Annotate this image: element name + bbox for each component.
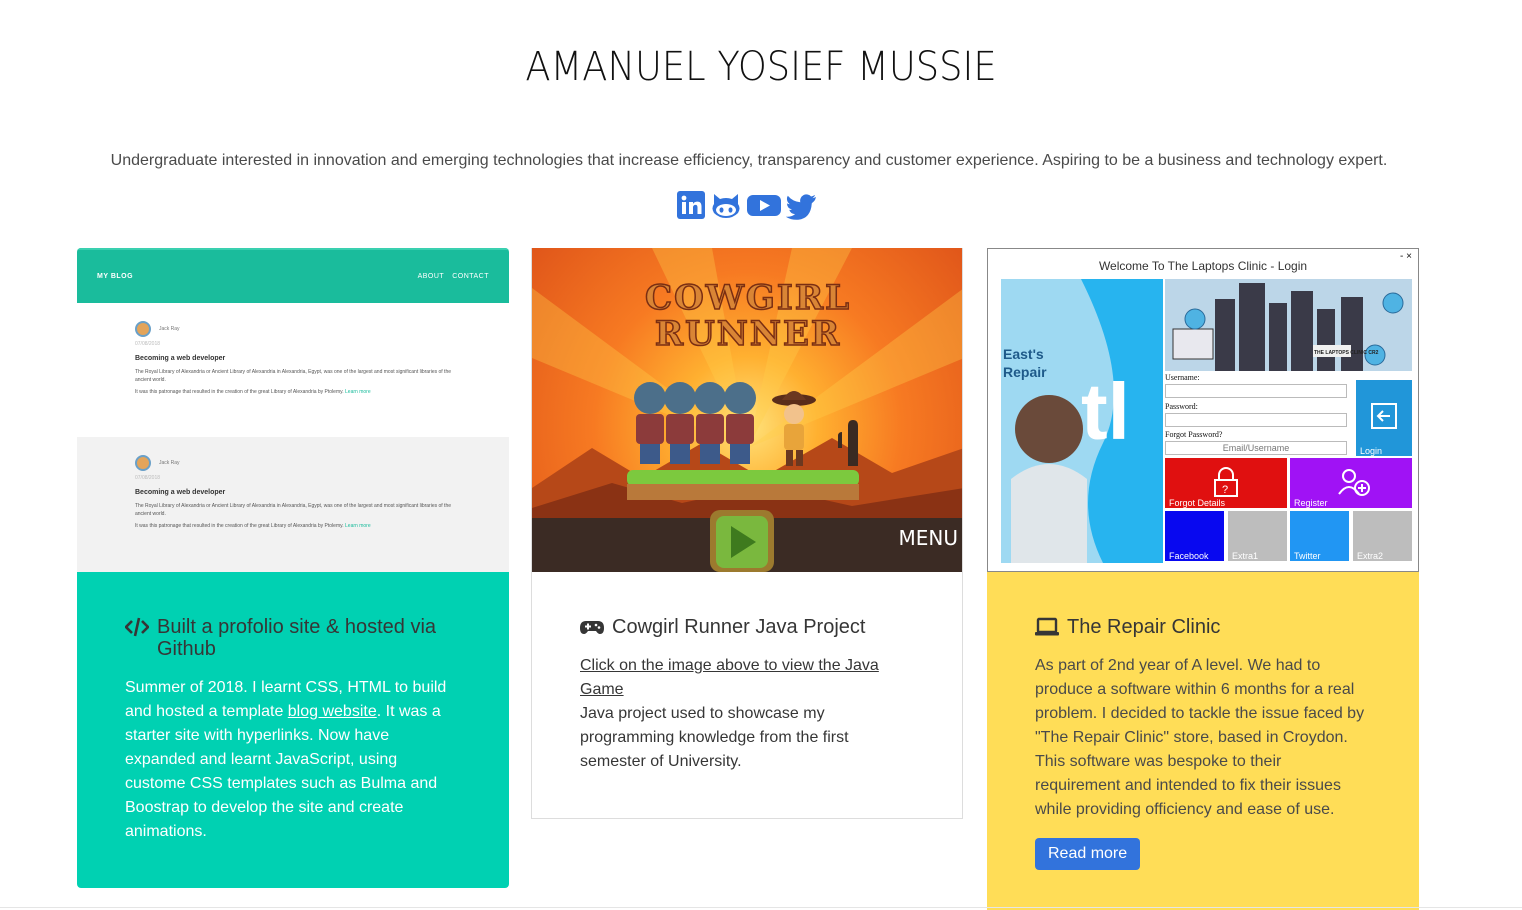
facebook-tile[interactable]: Facebook <box>1165 511 1224 561</box>
tile-label: Facebook <box>1169 551 1209 561</box>
card-title-text: Built a profolio site & hosted via Githu… <box>157 616 437 660</box>
java-game-card-body: Cowgirl Runner Java Project Click on the… <box>532 572 962 818</box>
city-banner-image: THE LAPTOPS CLINIC CR2 <box>1165 279 1412 371</box>
email-field[interactable]: Email/Username <box>1165 441 1347 455</box>
post-author: Jack Ray <box>159 326 180 332</box>
card-text: Java project used to showcase my program… <box>580 705 849 770</box>
youtube-link[interactable] <box>746 190 782 220</box>
card-title: Cowgirl Runner Java Project <box>580 616 914 638</box>
tile-label: Register <box>1294 498 1328 508</box>
login-icon <box>1371 403 1397 429</box>
twitter-icon <box>786 194 816 220</box>
card-title: Built a profolio site & hosted via Githu… <box>125 616 461 660</box>
laptop-icon <box>1035 617 1059 636</box>
blog-preview-post: Jack Ray 07/08/2018 Becoming a web devel… <box>77 303 509 437</box>
post-paragraph: The Royal Library of Alexandria or Ancie… <box>135 369 452 383</box>
tile-label: Extra1 <box>1232 551 1259 561</box>
blog-preview-nav-about: ABOUT <box>417 273 445 280</box>
social-links <box>676 190 818 220</box>
repair-clinic-card: - × Welcome To The Laptops Clinic - Logi… <box>987 248 1419 910</box>
java-game-link[interactable]: Click on the image above to view the Jav… <box>580 657 879 698</box>
post-paragraph: The Royal Library of Alexandria or Ancie… <box>135 503 452 517</box>
portfolio-card: MY BLOG ABOUT CONTACT Jack Ray 07/08/201… <box>77 248 509 888</box>
portfolio-card-body: Built a profolio site & hosted via Githu… <box>77 572 509 888</box>
code-icon <box>125 617 149 637</box>
avatar <box>135 455 151 471</box>
site-title: AMANUEL YOSIEF MUSSIE <box>525 44 997 90</box>
card-description: Summer of 2018. I learnt CSS, HTML to bu… <box>125 676 461 844</box>
game-title-line: COWGIRL <box>644 278 851 318</box>
svg-text:?: ? <box>1222 484 1228 496</box>
forgot-details-tile[interactable]: ? Forgot Details <box>1165 458 1287 508</box>
tile-label: Extra2 <box>1357 551 1384 561</box>
svg-text:Repair: Repair <box>1003 364 1047 380</box>
blog-preview-navbar: MY BLOG ABOUT CONTACT <box>77 248 509 303</box>
tile-label: Forgot Details <box>1169 498 1226 508</box>
avatar <box>135 321 151 337</box>
game-title-line: RUNNER <box>654 314 842 354</box>
card-title-text: Cowgirl Runner Java Project <box>612 616 866 638</box>
card-description: Click on the image above to view the Jav… <box>580 654 914 774</box>
card-title-text: The Repair Clinic <box>1067 616 1221 638</box>
read-more-button[interactable]: Read more <box>1035 838 1141 870</box>
password-label: Password: <box>1165 402 1198 411</box>
linkedin-link[interactable] <box>676 190 706 220</box>
gamepad-icon <box>580 621 604 634</box>
blog-preview-post: Jack Ray 07/08/2018 Becoming a web devel… <box>77 437 509 572</box>
svg-text:tl: tl <box>1081 367 1130 456</box>
post-paragraph: It was this patronage that resulted in t… <box>135 523 344 529</box>
twitter-link[interactable] <box>786 190 818 220</box>
game-title: COWGIRL RUNNER <box>532 278 962 354</box>
collage-side-text: East's <box>1003 346 1044 362</box>
post-date: 07/08/2018 <box>135 341 161 347</box>
card-description: As part of 2nd year of A level. We had t… <box>1035 657 1365 818</box>
forgot-password-label: Forgot Password? <box>1165 430 1223 439</box>
password-field[interactable] <box>1165 413 1347 427</box>
linkedin-icon <box>677 191 705 219</box>
post-date: 07/08/2018 <box>135 475 161 481</box>
blog-preview-brand: MY BLOG <box>97 273 134 280</box>
github-link[interactable] <box>710 190 742 220</box>
tile-label: Login <box>1360 446 1383 456</box>
blog-website-link[interactable]: blog website <box>288 703 377 720</box>
username-field[interactable] <box>1165 384 1347 398</box>
lock-icon: ? <box>1214 467 1238 497</box>
game-preview-image[interactable]: COWGIRL RUNNER MENU <box>532 248 962 572</box>
post-heading: Becoming a web developer <box>135 489 226 496</box>
login-tile[interactable]: Login <box>1356 380 1412 456</box>
login-window-title: Welcome To The Laptops Clinic - Login <box>1098 259 1308 273</box>
username-label: Username: <box>1165 373 1200 382</box>
github-icon <box>712 194 740 218</box>
post-learn-more: Learn more <box>345 389 371 395</box>
repair-clinic-preview-image: - × Welcome To The Laptops Clinic - Logi… <box>987 248 1419 572</box>
post-heading: Becoming a web developer <box>135 355 226 362</box>
youtube-icon <box>747 195 781 216</box>
register-tile[interactable]: Register <box>1290 458 1412 508</box>
svg-text:THE LAPTOPS CLINIC CR2: THE LAPTOPS CLINIC CR2 <box>1314 350 1379 356</box>
post-author: Jack Ray <box>159 460 180 466</box>
card-title: The Repair Clinic <box>1035 616 1371 638</box>
repair-clinic-card-body: The Repair Clinic As part of 2nd year of… <box>987 572 1419 910</box>
game-menu-label: MENU <box>898 526 959 550</box>
tile-label: Twitter <box>1294 551 1321 561</box>
twitter-tile[interactable]: Twitter <box>1290 511 1349 561</box>
java-game-card: COWGIRL RUNNER MENU Cowgirl Runner Java … <box>531 248 963 819</box>
card-text: . It was a starter site with hyperlinks.… <box>125 703 441 840</box>
collage-image: East's Repair tl <box>1001 279 1163 563</box>
extra2-tile[interactable]: Extra2 <box>1353 511 1412 561</box>
blog-preview-image[interactable]: MY BLOG ABOUT CONTACT Jack Ray 07/08/201… <box>77 248 509 572</box>
post-learn-more: Learn more <box>345 523 371 529</box>
bottom-divider <box>0 907 1522 908</box>
extra1-tile[interactable]: Extra1 <box>1228 511 1287 561</box>
post-paragraph: It was this patronage that resulted in t… <box>135 389 344 395</box>
blog-preview-nav-contact: CONTACT <box>452 273 489 280</box>
add-user-icon <box>1338 469 1370 496</box>
tagline: Undergraduate interested in innovation a… <box>110 152 1388 169</box>
